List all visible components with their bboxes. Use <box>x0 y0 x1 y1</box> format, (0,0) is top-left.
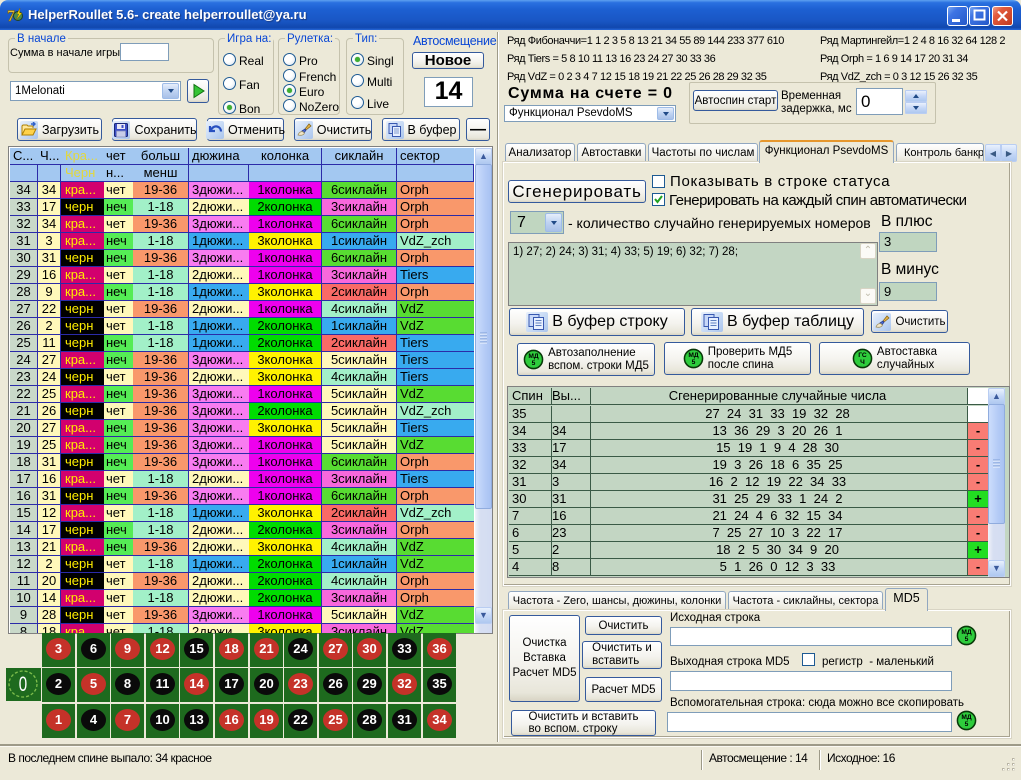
svg-text:0: 0 <box>19 671 27 695</box>
svg-text:Ч: Ч <box>860 359 865 366</box>
svg-text:5: 5 <box>691 359 695 366</box>
svg-text:5: 5 <box>532 360 536 367</box>
svg-text:5: 5 <box>965 721 969 728</box>
svg-text:5: 5 <box>965 636 969 643</box>
